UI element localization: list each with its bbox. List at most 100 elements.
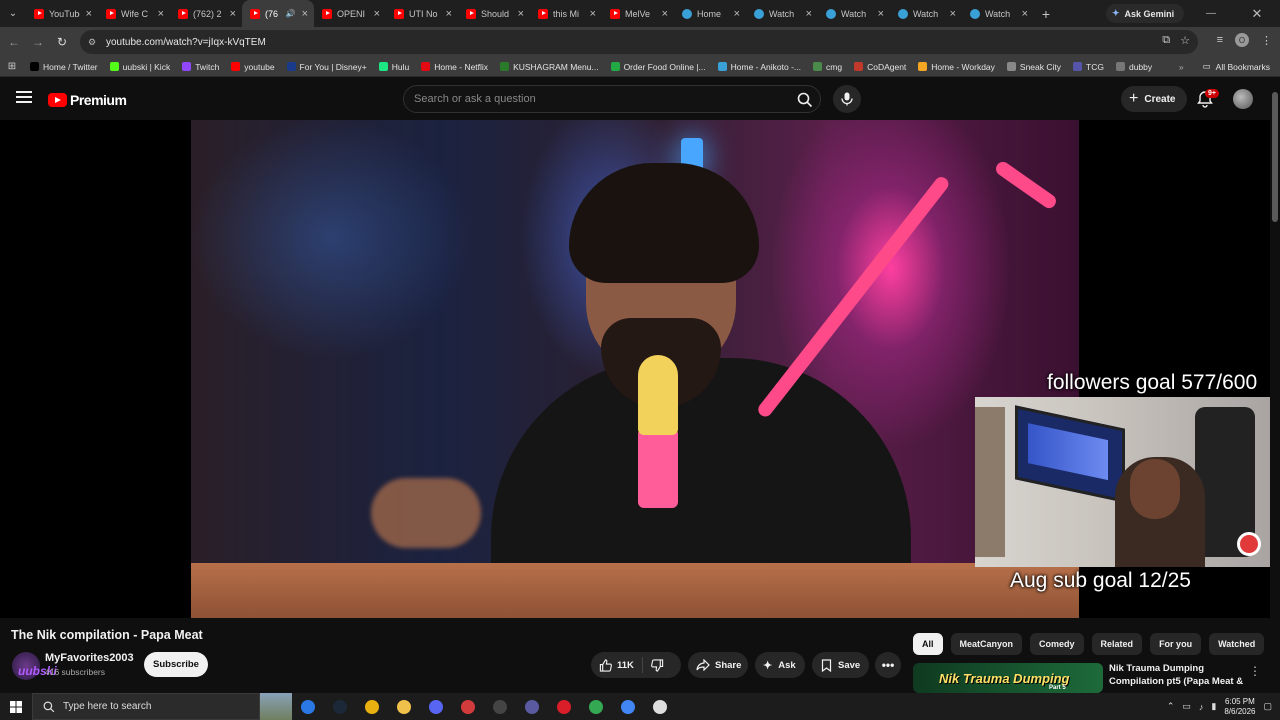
close-window-button[interactable]: ✕ <box>1234 0 1280 27</box>
all-bookmarks-button[interactable]: » ▭ All Bookmarks <box>1179 61 1270 72</box>
file-explorer-icon[interactable] <box>292 693 324 720</box>
close-tab-icon[interactable]: × <box>950 8 956 20</box>
dislike-button[interactable] <box>643 658 672 672</box>
browser-tab[interactable]: Watch × <box>962 0 1034 27</box>
ask-button[interactable]: ✦ Ask <box>755 652 805 678</box>
bookmark-item[interactable]: KUSHAGRAM Menu... <box>494 62 605 72</box>
adobe-icon[interactable] <box>548 693 580 720</box>
close-tab-icon[interactable]: × <box>86 8 92 20</box>
media-player-icon[interactable] <box>452 693 484 720</box>
close-tab-icon[interactable]: × <box>518 8 524 20</box>
forward-icon[interactable]: → <box>26 35 50 49</box>
browser-tab[interactable]: (76 🔊 × <box>242 0 314 27</box>
browser-tab[interactable]: (762) 2 × <box>170 0 242 27</box>
menu-icon[interactable] <box>16 91 32 105</box>
page-scrollbar[interactable] <box>1270 78 1280 695</box>
battery-icon[interactable]: ▮ <box>1211 701 1216 712</box>
subscribe-button[interactable]: Subscribe <box>144 652 208 677</box>
network-icon[interactable]: ▭ <box>1182 701 1191 712</box>
bookmark-item[interactable]: Hulu <box>373 62 415 72</box>
browser-tab[interactable]: OPENI × <box>314 0 386 27</box>
profile-avatar[interactable]: O <box>1235 33 1249 47</box>
close-tab-icon[interactable]: × <box>1022 8 1028 20</box>
windows-start-button[interactable] <box>0 693 32 720</box>
chrome-icon[interactable] <box>580 693 612 720</box>
tray-chevron-icon[interactable]: ⌃ <box>1167 701 1175 712</box>
new-tab-button[interactable]: + <box>1034 6 1058 22</box>
share-button[interactable]: Share <box>688 652 748 678</box>
steam-icon[interactable] <box>324 693 356 720</box>
recommendation-menu-icon[interactable]: ⋮ <box>1249 664 1261 678</box>
bookmark-item[interactable]: cmg <box>807 62 848 72</box>
bookmark-item[interactable]: uubski | Kick <box>104 62 177 72</box>
more-actions-button[interactable]: ••• <box>875 652 901 678</box>
scrollbar-thumb[interactable] <box>1272 92 1278 222</box>
close-tab-icon[interactable]: × <box>878 8 884 20</box>
ask-gemini-button[interactable]: ✦ Ask Gemini <box>1106 4 1185 23</box>
tab-audio-icon[interactable]: 🔊 <box>286 9 296 18</box>
browser-tab[interactable]: Home × <box>674 0 746 27</box>
browser-tab[interactable]: Wife C × <box>98 0 170 27</box>
browser-tab[interactable]: UTI No × <box>386 0 458 27</box>
close-tab-icon[interactable]: × <box>230 8 236 20</box>
clock-app-icon[interactable] <box>644 693 676 720</box>
bookmark-item[interactable]: youtube <box>225 62 280 72</box>
search-button[interactable] <box>794 89 816 111</box>
close-tab-icon[interactable]: × <box>662 8 668 20</box>
taskbar-search[interactable]: Type here to search <box>32 693 260 720</box>
bookmark-item[interactable]: For You | Disney+ <box>281 62 373 72</box>
account-avatar[interactable] <box>1233 89 1253 109</box>
search-input[interactable] <box>414 93 784 105</box>
bookmark-item[interactable]: Home - Anikoto -... <box>712 62 807 72</box>
browser-tab[interactable]: YouTube × <box>26 0 98 27</box>
bookmark-item[interactable]: Sneak City <box>1001 62 1067 72</box>
folder-icon[interactable] <box>388 693 420 720</box>
close-tab-icon[interactable]: × <box>806 8 812 20</box>
chip-related[interactable]: Related <box>1091 633 1143 655</box>
youtube-premium-logo[interactable]: Premium <box>48 92 127 108</box>
taskbar-clock[interactable]: 6:05 PM 8/6/2026 <box>1224 697 1255 717</box>
bookmark-item[interactable]: Home - Workday <box>912 62 1001 72</box>
apps-grid-icon[interactable]: ⊞ <box>0 61 24 72</box>
obs-icon[interactable] <box>484 693 516 720</box>
bookmarks-overflow-icon[interactable]: » <box>1179 62 1184 72</box>
video-player[interactable]: followers goal 577/600 Aug sub goal 12/2… <box>0 120 1270 618</box>
like-button[interactable]: 11K <box>591 657 643 673</box>
chip-for-you[interactable]: For you <box>1150 633 1202 655</box>
close-tab-icon[interactable]: × <box>158 8 164 20</box>
close-tab-icon[interactable]: × <box>374 8 380 20</box>
volume-icon[interactable]: ♪ <box>1199 702 1204 712</box>
app-icon[interactable] <box>516 693 548 720</box>
create-button[interactable]: + Create <box>1121 86 1188 112</box>
tab-groups-icon[interactable]: ≡ <box>1217 34 1223 46</box>
back-icon[interactable]: ← <box>2 35 26 49</box>
browser-tab[interactable]: Watch × <box>890 0 962 27</box>
bookmark-item[interactable]: Home - Netflix <box>415 62 494 72</box>
bookmark-item[interactable]: TCG <box>1067 62 1110 72</box>
browser-tab[interactable]: Watch × <box>818 0 890 27</box>
chip-comedy[interactable]: Comedy <box>1030 633 1084 655</box>
browser-tab[interactable]: this Mi × <box>530 0 602 27</box>
close-tab-icon[interactable]: × <box>590 8 596 20</box>
close-tab-icon[interactable]: × <box>302 8 308 20</box>
bookmark-item[interactable]: Twitch <box>176 62 225 72</box>
recommended-video-thumbnail[interactable]: Nik Trauma Dumping Part 5 <box>913 663 1103 693</box>
reload-icon[interactable]: ↻ <box>50 35 74 49</box>
voice-search-button[interactable] <box>833 85 861 113</box>
minimize-button[interactable]: — <box>1188 0 1234 27</box>
discord-icon[interactable] <box>420 693 452 720</box>
chrome-icon[interactable] <box>356 693 388 720</box>
browser-tab[interactable]: MelVe × <box>602 0 674 27</box>
chip-watched[interactable]: Watched <box>1209 633 1265 655</box>
tab-search-icon[interactable]: ⌄ <box>0 0 26 27</box>
bookmark-item[interactable]: Home / Twitter <box>24 62 104 72</box>
bookmark-star-icon[interactable]: ☆ <box>1180 34 1190 47</box>
bookmark-item[interactable]: dubby <box>1110 62 1158 72</box>
address-bar[interactable]: ⚙ youtube.com/watch?v=jIqx-kVqTEM ⧉ ☆ <box>80 30 1198 54</box>
bookmark-item[interactable]: CoDAgent <box>848 62 912 72</box>
chrome-icon[interactable] <box>612 693 644 720</box>
chip-meatcanyon[interactable]: MeatCanyon <box>950 633 1023 655</box>
chip-all[interactable]: All <box>913 633 943 655</box>
save-button[interactable]: Save <box>812 652 869 678</box>
notifications-icon[interactable]: ▢ <box>1263 701 1272 712</box>
